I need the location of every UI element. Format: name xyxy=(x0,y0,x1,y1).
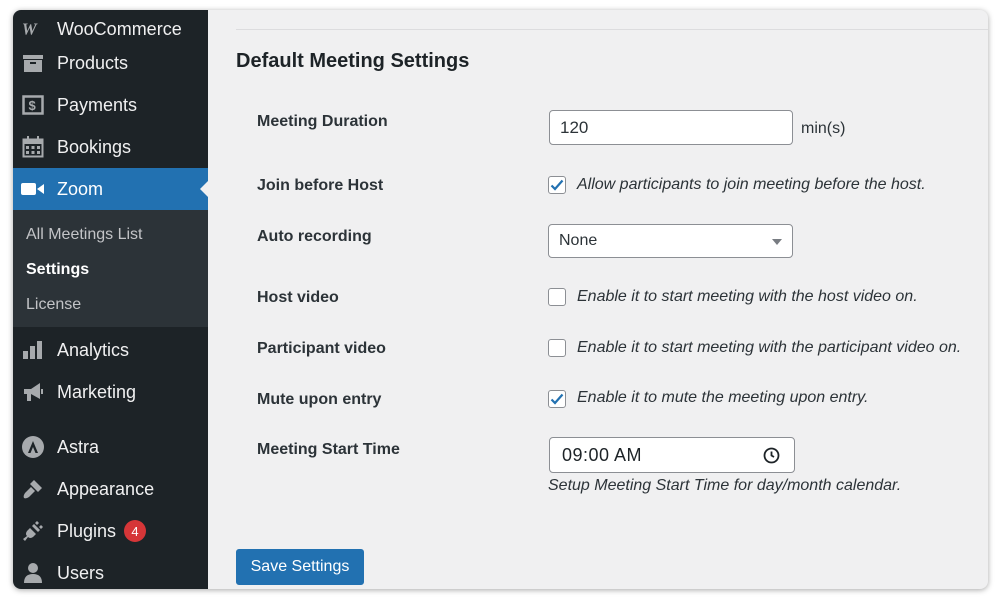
woocommerce-icon: W xyxy=(21,17,45,41)
mute-upon-entry-label: Mute upon entry xyxy=(257,391,382,408)
meeting-duration-input[interactable] xyxy=(549,110,793,145)
sidebar-item-products[interactable]: Products xyxy=(13,42,208,84)
sidebar-item-label: Analytics xyxy=(57,339,130,360)
submenu-all-meetings[interactable]: All Meetings List xyxy=(26,226,143,244)
sidebar-item-label: Appearance xyxy=(57,478,155,499)
app-window: W WooCommerce Products $ Payments Bookin… xyxy=(13,10,988,589)
video-camera-icon xyxy=(21,177,45,201)
start-time-helper-text: Setup Meeting Start Time for day/month c… xyxy=(548,477,902,494)
sidebar-item-label: Bookings xyxy=(57,136,132,157)
payments-icon: $ xyxy=(21,93,45,117)
sidebar-item-users[interactable]: Users xyxy=(13,552,208,589)
checkmark-icon xyxy=(550,393,564,405)
sidebar-item-plugins[interactable]: Plugins 4 xyxy=(13,510,208,552)
meeting-start-time-label: Meeting Start Time xyxy=(257,441,400,458)
sidebar-item-label: Marketing xyxy=(57,381,137,402)
mute-upon-entry-checkbox[interactable] xyxy=(548,390,566,408)
sidebar-item-appearance[interactable]: Appearance xyxy=(13,468,208,510)
archive-icon xyxy=(21,51,45,75)
mute-upon-entry-text: Enable it to mute the meeting upon entry… xyxy=(577,389,869,406)
sidebar-item-label: Payments xyxy=(57,94,138,115)
host-video-label: Host video xyxy=(257,289,339,306)
submenu-settings[interactable]: Settings xyxy=(26,261,89,279)
astra-icon xyxy=(21,435,45,459)
submenu-license[interactable]: License xyxy=(26,296,81,314)
host-video-text: Enable it to start meeting with the host… xyxy=(577,288,918,305)
sidebar-item-marketing[interactable]: Marketing xyxy=(13,371,208,413)
join-before-host-checkbox[interactable] xyxy=(548,176,566,194)
sidebar-item-astra[interactable]: Astra xyxy=(13,426,208,468)
meeting-start-time-input[interactable]: 09:00 AM xyxy=(549,437,795,473)
join-before-host-text: Allow participants to join meeting befor… xyxy=(577,176,926,193)
meeting-duration-label: Meeting Duration xyxy=(257,113,388,130)
sidebar-item-bookings[interactable]: Bookings xyxy=(13,126,208,168)
sidebar-item-label: WooCommerce xyxy=(57,18,182,39)
plug-icon xyxy=(21,519,45,543)
calendar-icon xyxy=(21,135,45,159)
paintbrush-icon xyxy=(21,477,45,501)
svg-text:$: $ xyxy=(29,98,37,113)
megaphone-icon xyxy=(21,380,45,404)
clock-icon[interactable] xyxy=(763,447,780,469)
sidebar-item-label: Plugins xyxy=(57,520,117,541)
bar-chart-icon xyxy=(21,338,45,362)
host-video-checkbox[interactable] xyxy=(548,288,566,306)
join-before-host-label: Join before Host xyxy=(257,177,384,194)
checkmark-icon xyxy=(550,179,564,191)
sidebar-item-payments[interactable]: $ Payments xyxy=(13,84,208,126)
divider xyxy=(236,29,988,30)
auto-recording-select[interactable]: None xyxy=(548,224,793,258)
sidebar-item-label: Zoom xyxy=(57,178,104,199)
sidebar-item-analytics[interactable]: Analytics xyxy=(13,329,208,371)
admin-sidebar: W WooCommerce Products $ Payments Bookin… xyxy=(13,10,208,589)
auto-recording-value: None xyxy=(559,232,598,249)
participant-video-checkbox[interactable] xyxy=(548,339,566,357)
auto-recording-label: Auto recording xyxy=(257,228,372,245)
sidebar-item-label: Products xyxy=(57,52,129,73)
sidebar-item-label: Astra xyxy=(57,436,100,457)
participant-video-label: Participant video xyxy=(257,340,386,357)
participant-video-text: Enable it to start meeting with the part… xyxy=(577,339,962,356)
zoom-submenu: All Meetings List Settings License xyxy=(13,210,208,327)
user-icon xyxy=(21,561,45,585)
svg-text:W: W xyxy=(22,20,38,38)
time-value: 09:00 AM xyxy=(562,444,643,465)
page-title: Default Meeting Settings xyxy=(236,50,470,72)
update-count-badge: 4 xyxy=(124,520,147,542)
sidebar-item-label: Users xyxy=(57,562,105,583)
save-settings-button[interactable]: Save Settings xyxy=(236,549,364,585)
sidebar-item-zoom[interactable]: Zoom xyxy=(13,168,208,210)
active-indicator xyxy=(200,181,208,197)
settings-content: Default Meeting Settings Meeting Duratio… xyxy=(208,10,988,589)
dropdown-arrow-icon xyxy=(772,239,782,245)
duration-unit: min(s) xyxy=(801,120,846,137)
